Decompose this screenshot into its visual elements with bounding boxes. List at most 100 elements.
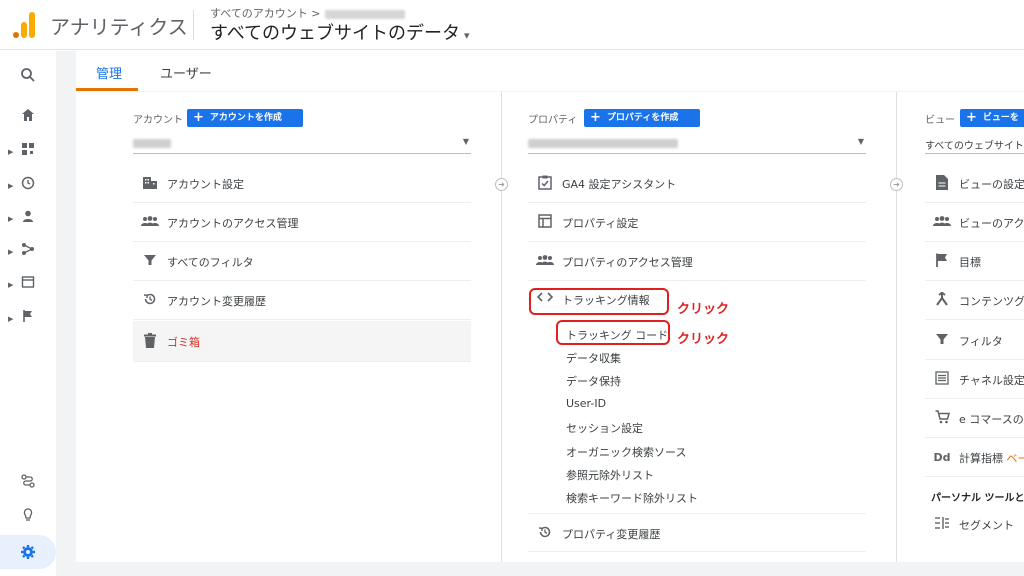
view-settings-label: ビューの設定 [959,178,1024,191]
expand-caret-icon[interactable]: ▶ [8,148,13,156]
person-icon[interactable] [18,209,38,229]
filter-icon [933,332,951,350]
property-history-row[interactable]: プロパティ変更履歴 [528,513,866,552]
clock-icon[interactable] [18,176,38,196]
calculated-metrics-row[interactable]: Dd 計算指標 ベー [925,438,1024,477]
create-view-button[interactable]: + ビューを [960,109,1024,127]
user-id-link[interactable]: User-ID [566,397,606,410]
account-settings-row[interactable]: アカウント設定 [133,164,471,203]
grouping-icon [933,291,951,310]
view-access-row[interactable]: ビューのアク [925,203,1024,242]
view-selector-dropdown[interactable]: すべてのウェブサイトの [925,136,1024,154]
expand-caret-icon[interactable]: ▶ [8,215,13,223]
create-property-button[interactable]: + プロパティを作成 [584,109,700,127]
home-icon[interactable] [18,108,38,128]
acquisition-icon[interactable] [18,242,38,262]
trash-row[interactable]: ゴミ箱 [133,321,471,362]
flag-icon[interactable] [18,309,38,329]
layout-icon [536,214,554,232]
dropdown-arrow-icon: ▼ [857,137,864,146]
property-access-label: プロパティのアクセス管理 [562,256,693,269]
people-icon [933,214,951,232]
ecommerce-label: e コマースの [959,413,1024,426]
create-account-button[interactable]: + アカウントを作成 [187,109,303,127]
admin-settings-nav[interactable] [0,535,56,569]
behavior-icon[interactable] [18,275,38,295]
dropdown-arrow-icon: ▼ [462,137,469,146]
content-grouping-row[interactable]: コンテンツグ [925,281,1024,320]
people-icon [536,253,554,271]
view-access-label: ビューのアク [959,217,1024,230]
route-icon[interactable] [18,474,38,494]
bottom-footer-strip [76,562,1024,576]
expand-caret-icon[interactable]: ▶ [8,248,13,256]
property-settings-label: プロパティ設定 [562,217,639,230]
dashboard-icon[interactable] [18,142,38,162]
session-settings-link[interactable]: セッション設定 [566,420,643,436]
column-divider [896,92,897,562]
property-selector[interactable]: ▼ [528,136,866,154]
create-view-label: ビューを [982,113,1019,123]
data-collection-link[interactable]: データ収集 [566,350,621,366]
tab-user[interactable]: ユーザー [160,63,212,82]
search-icon[interactable] [18,67,38,87]
segment-icon [933,516,951,534]
expand-caret-icon[interactable]: ▶ [8,315,13,323]
property-settings-row[interactable]: プロパティ設定 [528,203,866,242]
cart-icon [933,410,951,428]
account-settings-label: アカウント設定 [167,178,244,191]
gear-icon [20,544,36,564]
create-property-label: プロパティを作成 [606,113,679,123]
property-access-row[interactable]: プロパティのアクセス管理 [528,242,866,281]
view-filters-row[interactable]: フィルタ [925,321,1024,360]
account-access-row[interactable]: アカウントのアクセス管理 [133,203,471,242]
ecommerce-row[interactable]: e コマースの [925,399,1024,438]
all-filters-row[interactable]: すべてのフィルタ [133,242,471,281]
arrow-right-icon: ➜ [495,178,508,191]
lightbulb-icon[interactable] [18,508,38,528]
goals-label: 目標 [959,256,981,269]
plus-icon: + [193,110,204,125]
ga4-setup-label: GA4 設定アシスタント [562,178,677,191]
segments-row[interactable]: セグメント [925,505,1024,544]
goals-row[interactable]: 目標 [925,242,1024,281]
content-grouping-label: コンテンツグ [959,295,1024,308]
header-divider [193,10,194,40]
highlight-tracking-info [529,288,669,315]
account-history-row[interactable]: アカウント変更履歴 [133,281,471,320]
search-term-exclusion-link[interactable]: 検索キーワード除外リスト [566,490,698,506]
all-filters-label: すべてのフィルタ [167,256,254,269]
trash-label: ゴミ箱 [167,336,200,349]
property-column-label: プロパティ [528,115,578,126]
tab-admin[interactable]: 管理 [96,63,122,82]
view-selected-value: すべてのウェブサイトの [925,141,1024,152]
click-annotation: クリック [677,332,730,347]
channel-settings-row[interactable]: チャネル設定 [925,360,1024,399]
highlight-tracking-code [556,320,670,345]
calculated-metrics-label: 計算指標 ベー [959,450,1024,466]
expand-caret-icon[interactable]: ▶ [8,281,13,289]
analytics-logo-icon[interactable] [13,12,37,38]
ga4-setup-row[interactable]: GA4 設定アシスタント [528,164,866,203]
building-icon [141,175,159,193]
plus-icon: + [590,110,601,125]
expand-caret-icon[interactable]: ▶ [8,182,13,190]
account-history-label: アカウント変更履歴 [167,295,266,308]
admin-tabs: 管理 ユーザー [76,51,1024,91]
people-icon [141,214,159,232]
account-selector[interactable]: ▼ [133,136,471,154]
document-icon [933,175,951,193]
view-settings-row[interactable]: ビューの設定 [925,164,1024,203]
data-retention-link[interactable]: データ保持 [566,373,621,389]
create-account-label: アカウントを作成 [209,113,282,123]
dd-icon: Dd [933,451,951,464]
calculated-metrics-text: 計算指標 [959,452,1003,465]
history-icon [536,525,554,543]
referral-exclusion-link[interactable]: 参照元除外リスト [566,467,654,483]
plus-icon: + [966,110,977,125]
history-icon [141,292,159,310]
channel-settings-label: チャネル設定 [959,374,1024,387]
organic-search-sources-link[interactable]: オーガニック検索ソース [566,444,686,460]
view-selector[interactable]: すべてのウェブサイトのデータ ▾ [210,19,470,45]
click-annotation: クリック [677,302,730,317]
